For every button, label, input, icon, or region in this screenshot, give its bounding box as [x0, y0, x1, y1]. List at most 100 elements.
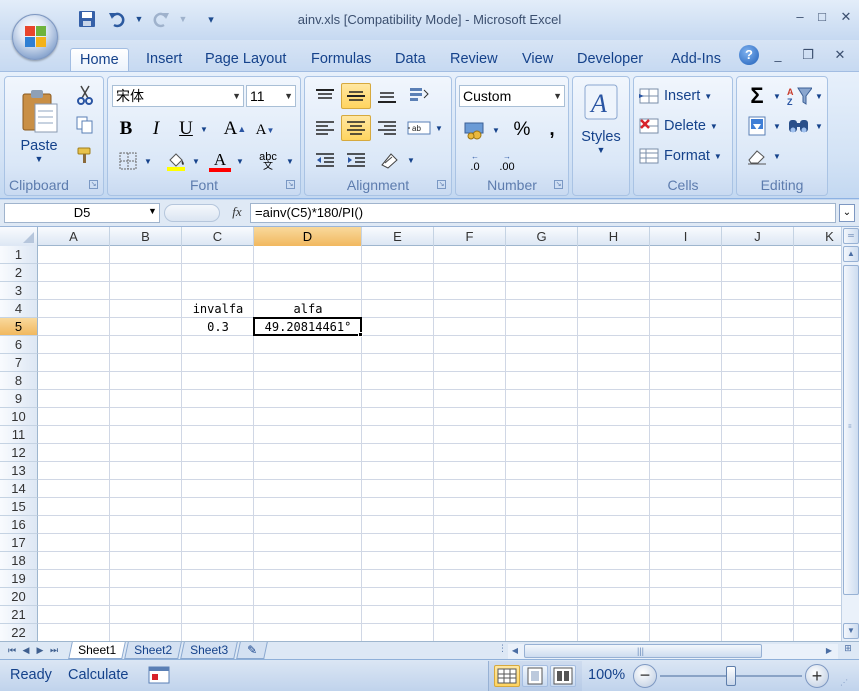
underline-button[interactable]: U	[174, 117, 198, 141]
horizontal-scroll-thumb[interactable]: |||	[524, 644, 762, 658]
name-box-dropdown-icon[interactable]: ▼	[148, 206, 157, 216]
copy-icon[interactable]	[73, 113, 97, 137]
sheet-tab-sheet3[interactable]: Sheet3	[180, 642, 238, 659]
scroll-up-icon[interactable]: ▲	[843, 246, 859, 262]
grow-font-button[interactable]: A ▲	[222, 117, 248, 141]
bold-button[interactable]: B	[114, 117, 138, 141]
column-header-g[interactable]: G	[506, 227, 578, 246]
paste-button[interactable]: Paste ▼	[11, 81, 67, 171]
middle-align-icon[interactable]	[341, 83, 371, 109]
borders-dropdown-icon[interactable]: ▼	[142, 149, 154, 173]
office-button[interactable]	[12, 14, 58, 60]
row-header-8[interactable]: 8	[0, 372, 38, 390]
column-header-a[interactable]: A	[38, 227, 110, 246]
accounting-dropdown-icon[interactable]: ▼	[490, 117, 502, 143]
scroll-down-icon[interactable]: ▼	[843, 623, 859, 639]
decrease-decimal-button[interactable]: → .00	[492, 149, 522, 175]
maximize-button[interactable]: □	[810, 8, 834, 26]
tab-formulas[interactable]: Formulas	[309, 48, 373, 72]
cell-c4[interactable]: invalfa	[182, 300, 254, 318]
row-header-16[interactable]: 16	[0, 516, 38, 534]
doc-close-button[interactable]: ✕	[828, 46, 852, 64]
text-direction-dropdown-icon[interactable]: ▼	[405, 147, 417, 173]
row-header-6[interactable]: 6	[0, 336, 38, 354]
cell-d4[interactable]: alfa	[254, 300, 362, 318]
autosum-dropdown-icon[interactable]: ▼	[771, 83, 783, 109]
row-header-9[interactable]: 9	[0, 390, 38, 408]
format-painter-icon[interactable]	[73, 143, 97, 167]
autosum-icon[interactable]: Σ	[743, 83, 771, 109]
row-header-7[interactable]: 7	[0, 354, 38, 372]
zoom-level[interactable]: 100%	[588, 667, 625, 683]
tab-developer[interactable]: Developer	[575, 48, 645, 72]
borders-icon[interactable]	[114, 149, 142, 173]
tab-page-layout[interactable]: Page Layout	[203, 48, 288, 72]
column-header-i[interactable]: I	[650, 227, 722, 246]
normal-view-icon[interactable]	[494, 665, 520, 687]
align-right-icon[interactable]	[372, 115, 402, 141]
column-header-j[interactable]: J	[722, 227, 794, 246]
status-calculate[interactable]: Calculate	[68, 667, 128, 683]
sheet-tab-sheet1[interactable]: Sheet1	[68, 642, 126, 659]
horizontal-scrollbar[interactable]: ◀ ||| ▶	[508, 644, 838, 659]
phonetic-dropdown-icon[interactable]: ▼	[284, 149, 296, 173]
zoom-in-button[interactable]: +	[805, 664, 829, 688]
font-color-icon[interactable]: A	[206, 149, 234, 173]
sort-filter-icon[interactable]: AZ	[785, 83, 813, 109]
font-size-select[interactable]: 11 ▼	[246, 85, 296, 107]
row-header-14[interactable]: 14	[0, 480, 38, 498]
underline-dropdown-icon[interactable]: ▼	[198, 117, 210, 141]
merge-dropdown-icon[interactable]: ▼	[433, 115, 445, 141]
tab-data[interactable]: Data	[393, 48, 428, 72]
decrease-indent-icon[interactable]	[310, 147, 340, 173]
row-header-21[interactable]: 21	[0, 606, 38, 624]
styles-button[interactable]: A Styles ▼	[577, 83, 625, 191]
increase-decimal-button[interactable]: ← .0	[460, 149, 490, 175]
row-header-2[interactable]: 2	[0, 264, 38, 282]
row-header-5[interactable]: 5	[0, 318, 38, 336]
row-header-20[interactable]: 20	[0, 588, 38, 606]
next-sheet-icon[interactable]: ▶	[34, 644, 46, 657]
column-header-h[interactable]: H	[578, 227, 650, 246]
prev-sheet-icon[interactable]: ◀	[20, 644, 32, 657]
minimize-button[interactable]: –	[788, 8, 812, 26]
tab-add-ins[interactable]: Add-Ins	[669, 48, 723, 72]
doc-restore-button[interactable]: ❐	[796, 46, 820, 64]
formula-input[interactable]: =ainv(C5)*180/PI()	[250, 203, 836, 223]
orientation-icon[interactable]	[405, 83, 433, 109]
row-header-3[interactable]: 3	[0, 282, 38, 300]
increase-indent-icon[interactable]	[341, 147, 371, 173]
italic-button[interactable]: I	[144, 117, 168, 141]
row-header-1[interactable]: 1	[0, 246, 38, 264]
align-center-icon[interactable]	[341, 115, 371, 141]
fill-icon[interactable]	[743, 113, 771, 139]
page-layout-view-icon[interactable]	[522, 665, 548, 687]
scroll-right-icon[interactable]: ▶	[822, 644, 836, 658]
font-name-select[interactable]: 宋体 ▼	[112, 85, 244, 107]
percent-style-button[interactable]: %	[508, 117, 536, 143]
find-select-icon[interactable]	[785, 113, 813, 139]
column-header-d[interactable]: D	[254, 227, 362, 246]
clipboard-launcher-icon[interactable]: ↘	[89, 180, 98, 189]
h-split-box-icon[interactable]: ⊞	[840, 643, 856, 658]
worksheet-grid[interactable]: ABCDEFGHIJK 1 2 3 4 5 6 7 8 9 10 11 12 13 14 15 16 17 18 1…	[0, 227, 841, 641]
expand-formula-bar-icon[interactable]: ⌄	[839, 204, 855, 222]
fill-color-icon[interactable]	[162, 149, 190, 173]
align-left-icon[interactable]	[310, 115, 340, 141]
bottom-align-icon[interactable]	[372, 83, 402, 109]
row-header-13[interactable]: 13	[0, 462, 38, 480]
top-align-icon[interactable]	[310, 83, 340, 109]
alignment-launcher-icon[interactable]: ↘	[437, 180, 446, 189]
row-header-11[interactable]: 11	[0, 426, 38, 444]
sort-filter-dropdown-icon[interactable]: ▼	[813, 83, 825, 109]
phonetic-guide-button[interactable]: abc 文	[254, 149, 282, 173]
vertical-scrollbar[interactable]: ═ ▲ ≡ ▼	[841, 227, 859, 641]
insert-cells-button[interactable]: Insert ▼	[638, 83, 730, 109]
column-header-c[interactable]: C	[182, 227, 254, 246]
format-cells-button[interactable]: Format ▼	[638, 143, 730, 169]
close-button[interactable]: ✕	[834, 8, 858, 26]
column-header-k[interactable]: K	[794, 227, 841, 246]
find-select-dropdown-icon[interactable]: ▼	[813, 113, 825, 139]
column-header-f[interactable]: F	[434, 227, 506, 246]
row-header-4[interactable]: 4	[0, 300, 38, 318]
